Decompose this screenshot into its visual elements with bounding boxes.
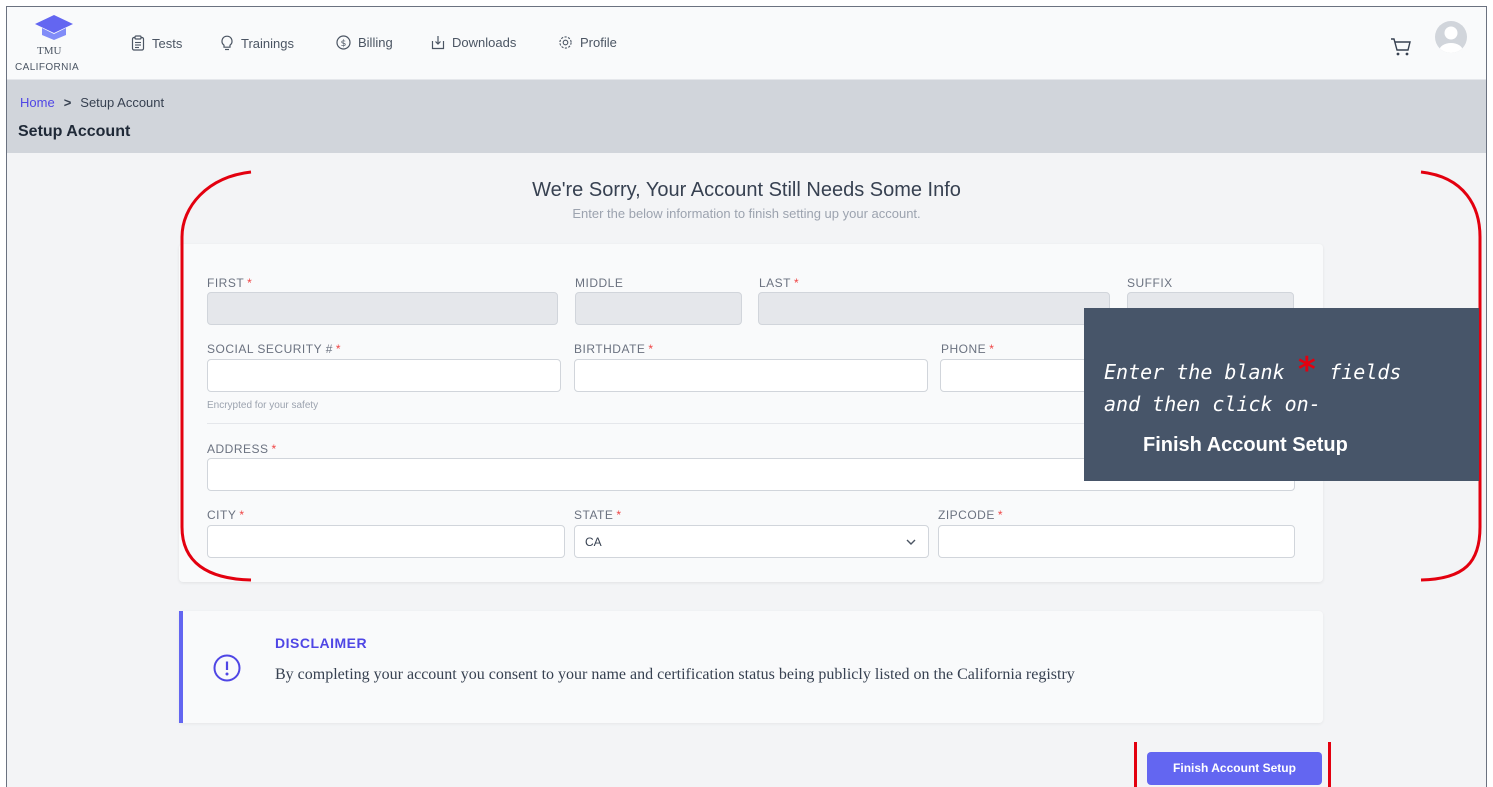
app-window: TMU CALIFORNIA Tests Trainings $ Billing…	[6, 6, 1487, 787]
ssn-label: SOCIAL SECURITY # *	[207, 342, 342, 356]
state-select[interactable]: CA	[574, 525, 929, 558]
nav-downloads-label: Downloads	[452, 35, 517, 50]
nav-profile-label: Profile	[580, 35, 617, 50]
nav-trainings-label: Trainings	[241, 35, 294, 51]
callout-line-1: Enter the blank * fields	[1104, 350, 1402, 390]
required-marker: *	[239, 508, 245, 522]
cart-button[interactable]	[1390, 37, 1412, 62]
first-name-label: FIRST *	[207, 276, 253, 290]
suffix-label: SUFFIX	[1127, 276, 1173, 290]
city-label: CITY *	[207, 508, 245, 522]
chevron-down-icon	[906, 539, 916, 545]
last-name-input[interactable]	[758, 292, 1110, 325]
required-marker: *	[247, 276, 253, 290]
annotation-bracket-left	[1134, 742, 1137, 787]
last-name-label: LAST *	[759, 276, 800, 290]
required-marker: *	[648, 342, 654, 356]
cart-icon	[1391, 38, 1411, 56]
nav-billing[interactable]: $ Billing	[336, 35, 393, 50]
ssn-input[interactable]	[207, 359, 561, 392]
required-marker: *	[794, 276, 800, 290]
disclaimer-title: DISCLAIMER	[275, 635, 368, 651]
graduation-cap-icon	[35, 15, 73, 40]
nav-tests[interactable]: Tests	[131, 35, 182, 51]
top-nav: TMU CALIFORNIA Tests Trainings $ Billing…	[7, 7, 1486, 80]
middle-name-input[interactable]	[575, 292, 742, 325]
exclamation-circle-icon	[213, 654, 241, 682]
required-marker: *	[271, 442, 277, 456]
required-marker: *	[335, 342, 342, 356]
annotation-bracket-right	[1328, 742, 1331, 787]
instruction-callout: Enter the blank * fields and then click …	[1084, 308, 1479, 481]
header-band: Home > Setup Account Setup Account	[7, 80, 1486, 153]
dollar-circle-icon: $	[336, 35, 351, 50]
finish-account-setup-button[interactable]: Finish Account Setup	[1147, 752, 1322, 785]
user-avatar[interactable]	[1435, 21, 1467, 53]
nav-trainings[interactable]: Trainings	[220, 35, 294, 51]
nav-billing-label: Billing	[358, 35, 393, 50]
birthdate-input[interactable]	[574, 359, 928, 392]
lightbulb-icon	[221, 35, 233, 51]
disclaimer-panel: DISCLAIMER By completing your account yo…	[179, 611, 1323, 723]
brand-logo[interactable]: TMU CALIFORNIA	[15, 13, 95, 77]
address-label: ADDRESS *	[207, 442, 277, 456]
required-marker: *	[989, 342, 995, 356]
callout-line-2: and then click on-	[1104, 392, 1321, 416]
user-avatar-icon	[1439, 26, 1463, 53]
svg-text:$: $	[341, 39, 347, 49]
state-label: STATE *	[574, 508, 622, 522]
breadcrumb: Home > Setup Account	[20, 95, 164, 110]
zipcode-label: ZIPCODE *	[938, 508, 1004, 522]
required-star: *	[1296, 350, 1318, 390]
breadcrumb-current: Setup Account	[80, 95, 165, 110]
form-subheading: Enter the below information to finish se…	[572, 206, 921, 221]
page-title: Setup Account	[18, 123, 131, 140]
breadcrumb-separator: >	[63, 95, 72, 110]
zipcode-input[interactable]	[938, 525, 1295, 558]
required-marker: *	[997, 508, 1004, 522]
required-marker: *	[616, 508, 622, 522]
gear-icon	[559, 36, 572, 49]
nav-profile[interactable]: Profile	[558, 35, 617, 50]
download-box-icon	[431, 36, 445, 50]
state-select-value: CA	[585, 535, 602, 549]
birthdate-label: BIRTHDATE *	[574, 342, 654, 356]
nav-downloads[interactable]: Downloads	[431, 35, 516, 50]
form-heading: We're Sorry, Your Account Still Needs So…	[532, 179, 961, 201]
clipboard-icon	[131, 35, 145, 51]
city-input[interactable]	[207, 525, 565, 558]
breadcrumb-home-link[interactable]: Home	[20, 95, 55, 110]
brand-subtitle: CALIFORNIA	[15, 62, 80, 73]
first-name-input[interactable]	[207, 292, 558, 325]
ssn-help-text: Encrypted for your safety	[207, 400, 319, 411]
middle-name-label: MIDDLE	[575, 276, 624, 290]
callout-line-3: Finish Account Setup	[1143, 434, 1348, 456]
brand-text: TMU	[37, 45, 62, 57]
nav-tests-label: Tests	[152, 35, 183, 51]
phone-label: PHONE *	[941, 342, 995, 356]
disclaimer-text: By completing your account you consent t…	[275, 666, 1075, 683]
